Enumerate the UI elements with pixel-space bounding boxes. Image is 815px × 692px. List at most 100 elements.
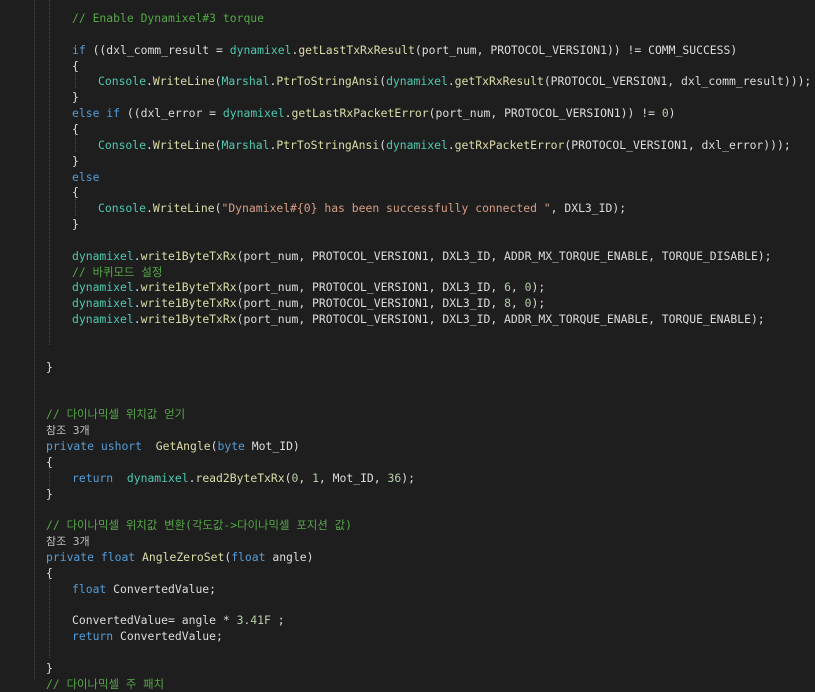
code-token-type: dynamixel: [72, 280, 134, 295]
code-token-plain: .: [133, 312, 141, 327]
code-line: }: [46, 660, 53, 676]
code-editor[interactable]: // Enable Dynamixel#3 torque if ((dxl_com…: [0, 0, 815, 691]
code-line: {: [72, 121, 79, 137]
code-token-plain: {: [46, 565, 53, 580]
code-line: dynamixel.write1ByteTxRx(port_num, PROTO…: [72, 279, 545, 295]
code-line: }: [72, 89, 79, 105]
code-token-plain: ConvertedValue= angle *: [72, 613, 237, 628]
code-line: {: [46, 565, 53, 581]
code-token-plain: .: [133, 296, 141, 311]
code-token-type: dynamixel: [222, 106, 285, 121]
code-token-plain: .: [447, 74, 455, 89]
code-token-plain: ConvertedValue;: [106, 581, 217, 596]
code-line: return dynamixel.read2ByteTxRx(0, 1, Mot…: [72, 470, 415, 486]
code-token-comment: // 바퀴모드 설정: [72, 264, 163, 279]
code-token-plain: ): [668, 106, 676, 121]
code-token-type: Console: [98, 137, 147, 152]
code-token-plain: }: [72, 153, 79, 168]
code-line: else if ((dxl_error = dynamixel.getLastR…: [72, 105, 676, 121]
code-token-type: Console: [98, 74, 147, 89]
code-token-type: Marshal: [221, 137, 270, 152]
code-token-comment: // Enable Dynamixel#3 torque: [72, 11, 265, 25]
code-token-plain: (port_num, PROTOCOL_VERSION1, DXL3_ID, A…: [236, 248, 772, 263]
codelens-references[interactable]: 참조 3개: [46, 424, 90, 437]
code-token-method: getLastRxPacketError: [291, 106, 429, 121]
code-token-plain: .: [133, 280, 141, 295]
code-token-keyword: ushort: [100, 438, 143, 453]
code-line: if ((dxl_comm_result = dynamixel.getLast…: [72, 42, 737, 58]
code-line: 참조 3개: [46, 422, 90, 438]
code-token-plain: ,: [298, 470, 313, 485]
code-token-plain: Mot_ID): [244, 438, 300, 453]
code-token-plain: );: [531, 296, 546, 311]
code-token-method: getLastTxRxResult: [298, 42, 415, 57]
code-token-number: 8: [504, 296, 511, 311]
code-token-plain: (port_num, PROTOCOL_VERSION1, DXL3_ID,: [236, 280, 505, 295]
code-line: // Enable Dynamixel#3 torque: [72, 10, 264, 26]
code-line: Console.WriteLine(Marshal.PtrToStringAns…: [98, 73, 811, 89]
code-token-number: 0: [524, 296, 532, 311]
code-token-method: write1ByteTxRx: [140, 312, 237, 327]
code-line: // 다이나믹셀 위치값 변환(각도값->다이나믹셀 포지션 값): [46, 517, 352, 533]
code-token-plain: ;: [270, 613, 285, 628]
code-line: }: [46, 359, 53, 375]
code-token-plain: ConvertedValue;: [113, 629, 223, 644]
code-line: // 다이나믹셀 주 패치: [46, 676, 164, 692]
code-line: dynamixel.write1ByteTxRx(port_num, PROTO…: [72, 295, 545, 311]
code-token-plain: (port_num, PROTOCOL_VERSION1)) != COMM_S…: [414, 42, 738, 57]
code-token-number: 0: [524, 280, 532, 295]
code-token-plain: (PROTOCOL_VERSION1, dxl_error)));: [564, 137, 791, 152]
code-token-plain: , DXL3_ID);: [550, 201, 627, 216]
code-token-plain: }: [46, 660, 53, 675]
code-token-method: getTxRxResult: [454, 74, 544, 89]
code-token-method: getRxPacketError: [454, 137, 565, 152]
code-token-keyword: else: [72, 169, 100, 184]
code-token-plain: (port_num, PROTOCOL_VERSION1)) !=: [428, 106, 662, 121]
code-token-plain: , Mot_ID,: [318, 470, 388, 485]
code-token-keyword: else if: [72, 106, 121, 121]
code-line: }: [72, 216, 79, 232]
code-token-plain: }: [46, 359, 53, 374]
code-token-type: dynamixel: [126, 470, 189, 485]
code-token-keyword: private: [46, 549, 95, 564]
code-token-number: 1: [312, 470, 319, 485]
code-token-number: 6: [504, 280, 511, 295]
code-token-plain: );: [401, 470, 415, 485]
code-token-plain: {: [46, 454, 53, 469]
code-token-plain: {: [72, 121, 79, 136]
code-line: Console.WriteLine("Dynamixel#{0} has bee…: [98, 200, 626, 216]
code-line: // 바퀴모드 설정: [72, 264, 162, 280]
code-token-keyword: private: [46, 438, 95, 453]
code-token-plain: (port_num, PROTOCOL_VERSION1, DXL3_ID, A…: [236, 312, 765, 327]
code-token-type: Marshal: [221, 74, 270, 89]
code-line: // 다이나믹셀 위치값 얻기: [46, 406, 185, 422]
code-token-plain: {: [72, 58, 79, 73]
indent-guide: [49, 0, 50, 345]
code-token-keyword: float: [100, 549, 136, 564]
code-line: {: [72, 184, 79, 200]
code-token-keyword: return: [72, 629, 114, 644]
code-token-keyword: float: [72, 581, 107, 596]
code-token-type: dynamixel: [386, 74, 448, 89]
code-token-plain: ((dxl_error =: [120, 106, 223, 121]
code-line: }: [46, 486, 53, 502]
code-token-number: 3.41F: [236, 613, 271, 628]
code-line: private ushort GetAngle(byte Mot_ID): [46, 438, 300, 454]
codelens-references[interactable]: 참조 3개: [46, 535, 90, 548]
code-token-plain: }: [72, 90, 79, 105]
code-token-method: GetAngle: [155, 438, 211, 453]
code-token-method: WriteLine: [152, 74, 215, 89]
code-token-method: write1ByteTxRx: [140, 280, 237, 295]
code-line: private float AngleZeroSet(float angle): [46, 549, 314, 565]
code-token-plain: ((dxl_comm_result =: [85, 42, 230, 57]
code-token-type: dynamixel: [72, 248, 134, 263]
code-line: dynamixel.write1ByteTxRx(port_num, PROTO…: [72, 248, 772, 264]
indent-guide: [34, 0, 35, 679]
code-token-string: "Dynamixel#{0} has been successfully con…: [221, 201, 551, 216]
code-token-plain: .: [146, 74, 153, 89]
code-token-method: WriteLine: [152, 201, 215, 216]
code-token-plain: {: [72, 185, 79, 200]
code-token-plain: .: [146, 201, 153, 216]
